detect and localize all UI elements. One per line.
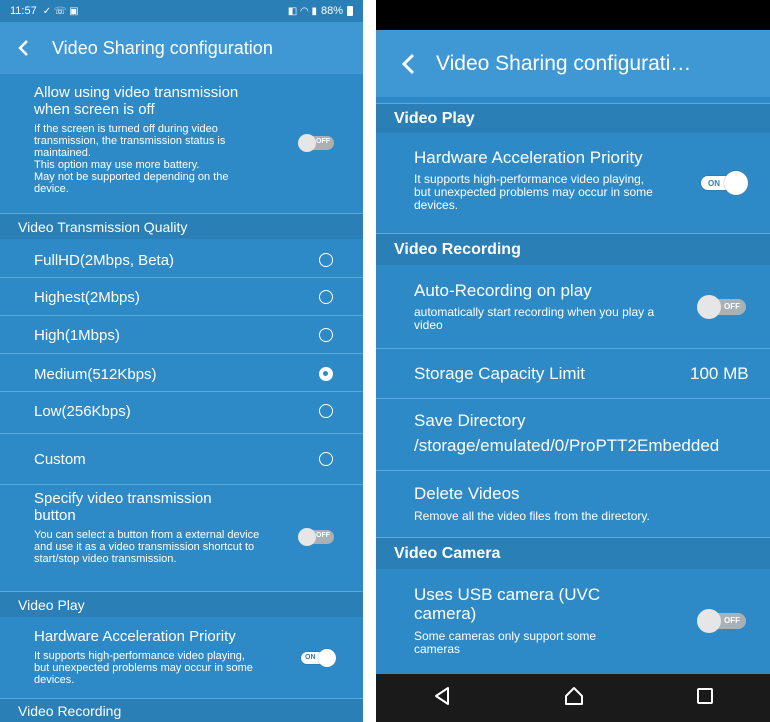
- right-phone-screen: Video Sharing configurati… Video Play Ha…: [376, 0, 770, 722]
- divider: [0, 484, 363, 485]
- screen-off-toggle[interactable]: OFF: [298, 134, 334, 152]
- notification-icons: ✓ ☏ ▣: [42, 5, 79, 17]
- app-bar: Video Sharing configurati…: [376, 30, 770, 97]
- divider: [376, 470, 770, 471]
- setting-summary: If the screen is turned off during video…: [34, 123, 229, 195]
- section-header-video-recording: Video Recording: [376, 233, 770, 265]
- app-bar: Video Sharing configuration: [0, 22, 363, 74]
- signal-icon: ◧ ◠ ▮: [287, 5, 317, 17]
- back-arrow-icon[interactable]: [16, 39, 38, 57]
- page-title: Video Sharing configurati…: [436, 51, 692, 75]
- auto-record-toggle[interactable]: OFF: [697, 295, 746, 319]
- radio-button[interactable]: [319, 328, 333, 342]
- status-bar: [376, 0, 770, 30]
- radio-button[interactable]: [319, 253, 333, 267]
- divider: [0, 433, 363, 434]
- divider: [0, 277, 363, 278]
- left-phone-screen: 11:57 ✓ ☏ ▣ ◧ ◠ ▮ 88% Video Sharing conf…: [0, 0, 363, 722]
- divider: [0, 353, 363, 354]
- navigation-bar: [376, 674, 770, 722]
- radio-button[interactable]: [319, 290, 333, 304]
- section-header-video-camera: Video Camera: [376, 537, 770, 569]
- radio-button-selected[interactable]: [319, 367, 333, 381]
- save-directory-value: /storage/emulated/0/ProPTT2Embedded: [414, 436, 720, 455]
- page-title: Video Sharing configuration: [52, 37, 273, 58]
- usb-camera-toggle[interactable]: OFF: [697, 609, 746, 633]
- section-header-quality: Video Transmission Quality: [0, 213, 363, 239]
- battery-percent: 88%: [320, 5, 343, 17]
- divider: [0, 391, 363, 392]
- divider: [376, 348, 770, 349]
- section-header-video-play: Video Play: [0, 591, 363, 617]
- back-triangle-icon[interactable]: [432, 686, 452, 711]
- status-bar: 11:57 ✓ ☏ ▣ ◧ ◠ ▮ 88%: [0, 0, 363, 22]
- radio-button[interactable]: [319, 404, 333, 418]
- battery-icon: [347, 6, 353, 16]
- storage-limit-value: 100 MB: [690, 364, 749, 383]
- divider: [0, 315, 363, 316]
- recents-square-icon[interactable]: [696, 687, 714, 710]
- hw-accel-toggle[interactable]: ON: [700, 171, 748, 195]
- back-arrow-icon[interactable]: [400, 53, 422, 75]
- transmission-button-toggle[interactable]: OFF: [298, 528, 334, 546]
- setting-title: Allow using video transmission when scre…: [34, 84, 239, 118]
- clock: 11:57: [10, 5, 37, 17]
- section-header-video-play: Video Play: [376, 103, 770, 133]
- hw-accel-toggle[interactable]: ON: [300, 649, 336, 667]
- divider: [376, 398, 770, 399]
- radio-button[interactable]: [319, 452, 333, 466]
- section-header-video-recording: Video Recording: [0, 698, 363, 722]
- home-circle-icon[interactable]: [563, 685, 585, 712]
